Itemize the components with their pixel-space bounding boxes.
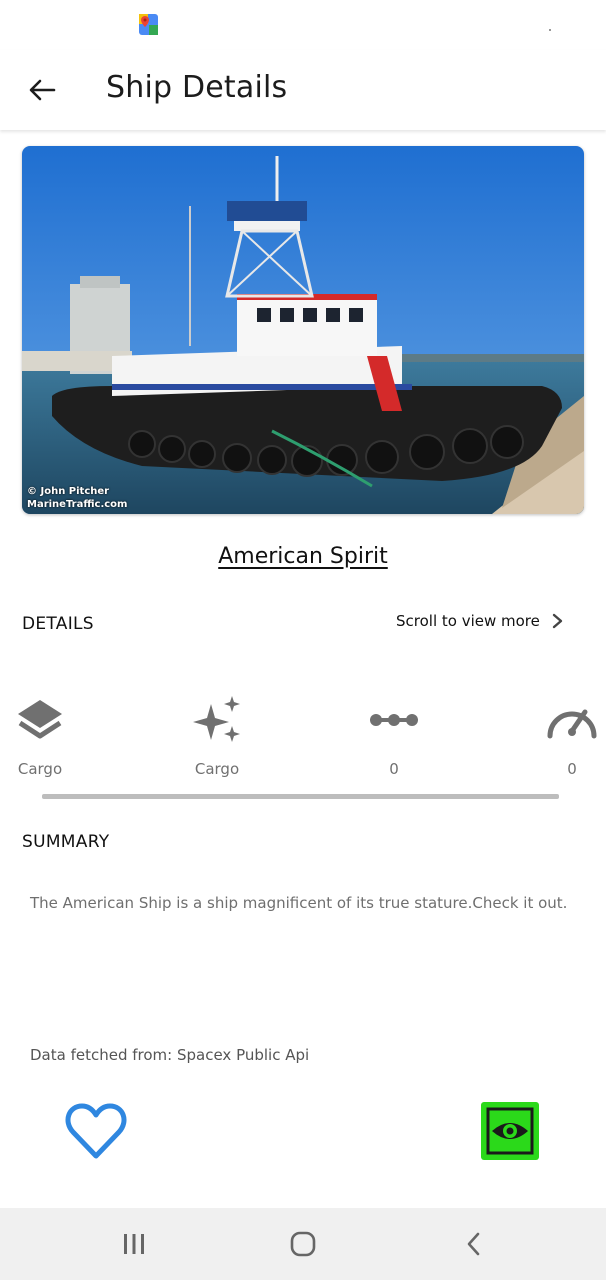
status-indicator-dot [549, 29, 551, 31]
view-button[interactable] [481, 1102, 539, 1160]
speedometer-icon [547, 709, 597, 739]
detail-label-role: Cargo [194, 760, 240, 778]
photo-credit: © John Pitcher MarineTraffic.com [27, 485, 127, 511]
detail-label-stat-1: 0 [389, 760, 399, 778]
summary-heading: SUMMARY [22, 832, 110, 852]
photo-credit-site: MarineTraffic.com [27, 499, 128, 510]
horizontal-scrollbar[interactable] [42, 794, 559, 799]
detail-item-speed: 0 [522, 690, 606, 778]
ship-name-link[interactable]: American Spirit [0, 544, 606, 569]
ship-photo: © John Pitcher MarineTraffic.com [22, 146, 584, 514]
details-heading: DETAILS [22, 614, 94, 634]
detail-label-speed: 0 [567, 760, 577, 778]
detail-item-stat-1: 0 [344, 690, 444, 778]
recent-apps-icon [124, 1234, 144, 1254]
recent-apps-button[interactable] [116, 1228, 152, 1260]
maps-app-icon [139, 14, 158, 35]
layers-icon [18, 700, 62, 739]
home-icon [290, 1231, 316, 1257]
summary-text: The American Ship is a ship magnificent … [30, 894, 568, 912]
favorite-button[interactable] [63, 1100, 129, 1162]
back-button[interactable] [24, 72, 60, 108]
photo-credit-author: © John Pitcher [27, 486, 110, 497]
system-nav-bar [0, 1208, 606, 1280]
timeline-dots-icon [370, 714, 418, 726]
ship-illustration [22, 146, 584, 514]
scroll-to-view-more[interactable]: Scroll to view more [396, 612, 564, 630]
status-bar [0, 0, 606, 50]
eye-icon [486, 1107, 534, 1155]
home-button[interactable] [285, 1228, 321, 1260]
data-source-text: Data fetched from: Spacex Public Api [30, 1046, 310, 1064]
scroll-hint-label: Scroll to view more [396, 612, 540, 630]
detail-item-role: Cargo [167, 690, 267, 778]
detail-label-type: Cargo [17, 760, 63, 778]
chevron-right-icon [552, 613, 563, 629]
sparkles-icon [193, 696, 240, 742]
back-chevron-icon [467, 1232, 480, 1256]
back-nav-button[interactable] [456, 1228, 492, 1260]
heart-icon [65, 1103, 127, 1159]
arrow-left-icon [29, 79, 56, 101]
detail-item-type: Cargo [0, 690, 90, 778]
page-title: Ship Details [106, 70, 288, 105]
app-bar: Ship Details [0, 50, 606, 130]
